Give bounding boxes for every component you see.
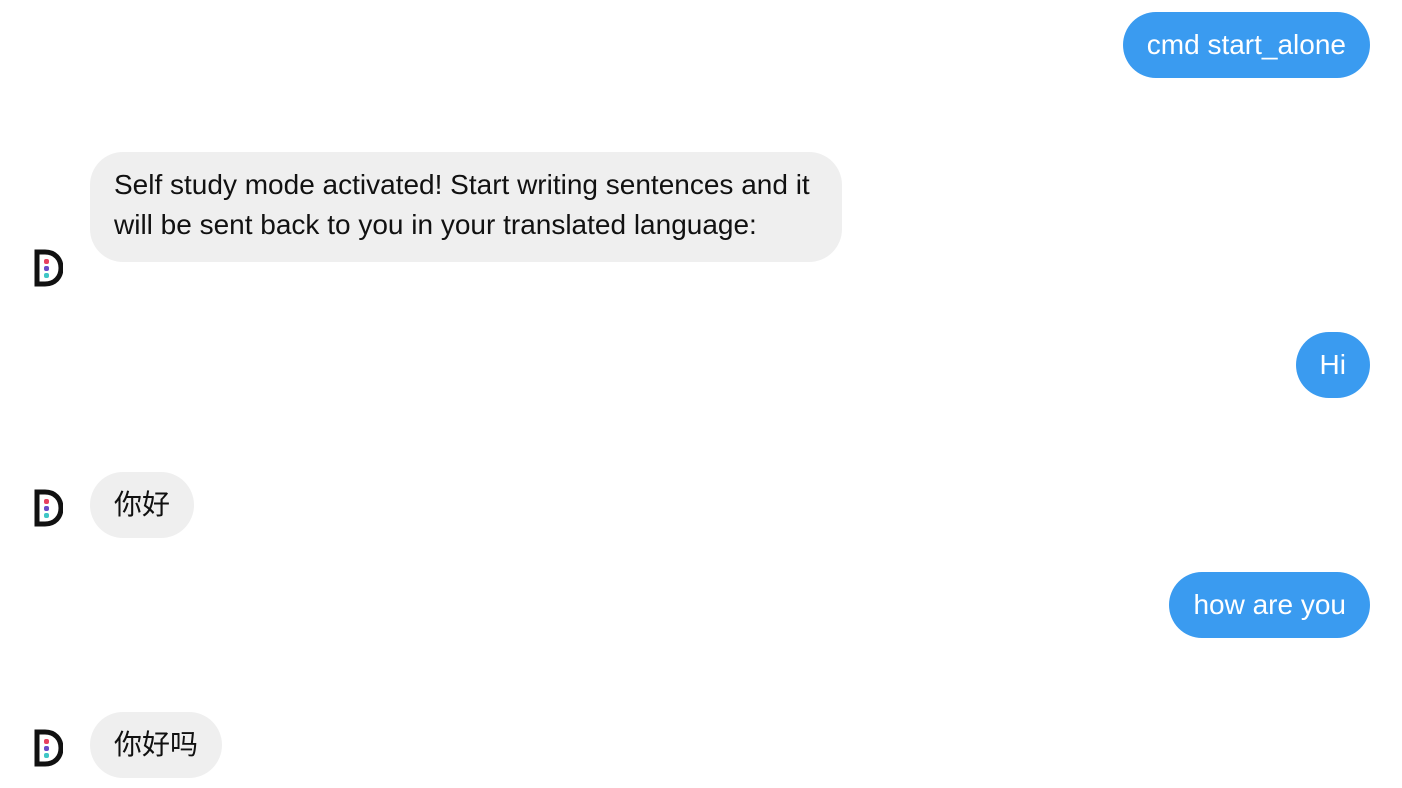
- outgoing-message-bubble: Hi: [1295, 332, 1370, 398]
- outgoing-message-bubble: how are you: [1169, 572, 1370, 638]
- incoming-message-bubble: Self study mode activated! Start writing…: [90, 152, 842, 262]
- bot-logo-icon: [34, 729, 63, 767]
- incoming-message-bubble: 你好: [90, 472, 195, 538]
- bot-logo-icon: [34, 249, 63, 287]
- incoming-message-bubble: 你好吗: [90, 712, 223, 778]
- outgoing-message-bubble: cmd start_alone: [1122, 12, 1370, 78]
- bot-logo-icon: [34, 489, 63, 527]
